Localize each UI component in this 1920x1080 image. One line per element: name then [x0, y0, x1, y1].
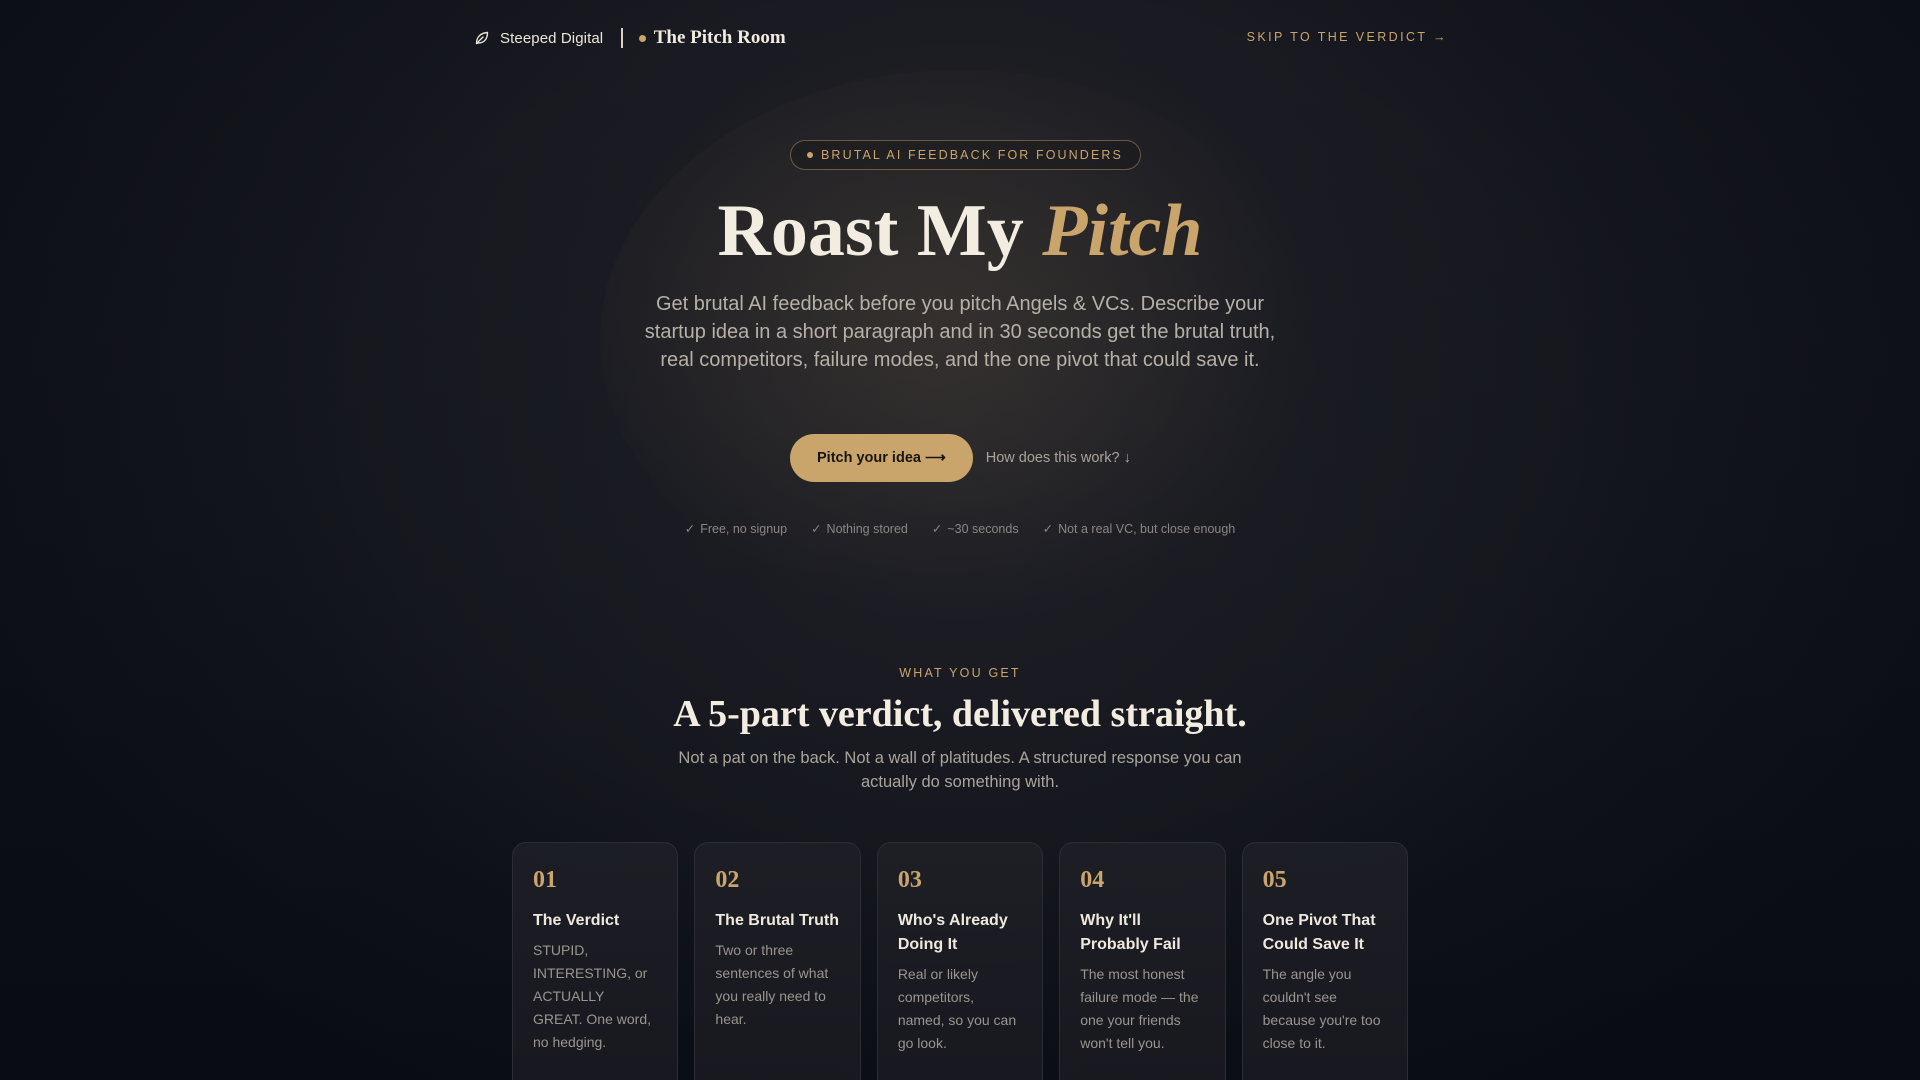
- cta-row: Pitch your idea ⟶ How does this work? ↓: [790, 434, 1131, 482]
- page: Steeped Digital The Pitch Room SKIP TO T…: [0, 0, 1920, 1080]
- perk-item: ✓ Nothing stored: [811, 521, 908, 536]
- hero-badge: BRUTAL AI FEEDBACK FOR FOUNDERS: [790, 140, 1141, 170]
- card-title: The Verdict: [533, 912, 620, 929]
- hero-title-accent: Pitch: [1042, 190, 1203, 272]
- section-subtitle: Not a pat on the back. Not a wall of pla…: [678, 749, 1242, 791]
- skip-to-verdict-link[interactable]: SKIP TO THE VERDICT →: [1247, 30, 1448, 44]
- perk-item: ✓ Not a real VC, but close enough: [1043, 521, 1236, 536]
- leaf-icon: [474, 30, 490, 46]
- card-description: Real or likely competitors, named, so yo…: [897, 966, 1017, 1051]
- section-eyebrow: WHAT YOU GET: [899, 666, 1021, 680]
- verdict-card: 04 Why It'll Probably Fail The most hone…: [1059, 842, 1226, 1080]
- hero-title-main: Roast My: [717, 190, 1043, 272]
- top-bar: Steeped Digital The Pitch Room SKIP TO T…: [0, 0, 1920, 76]
- perk-item: ✓ Free, no signup: [685, 521, 787, 536]
- card-title: The Brutal Truth: [715, 912, 839, 929]
- verdict-card: 02 The Brutal Truth Two or three sentenc…: [694, 842, 861, 1080]
- perk-label: Not a real VC, but close enough: [1058, 522, 1236, 536]
- verdict-card: 01 The Verdict STUPID, INTERESTING, or A…: [512, 842, 679, 1080]
- perk-label: Free, no signup: [700, 522, 788, 536]
- perk-label: Nothing stored: [826, 522, 908, 536]
- brand-divider: [621, 28, 623, 48]
- section-title: A 5-part verdict, delivered straight.: [673, 693, 1247, 735]
- how-does-this-work-link[interactable]: How does this work? ↓: [986, 450, 1131, 466]
- perk-label: ~30 seconds: [947, 522, 1019, 536]
- brand-lockup[interactable]: Steeped Digital The Pitch Room: [474, 26, 786, 50]
- verdict-card: 05 One Pivot That Could Save It The angl…: [1241, 842, 1409, 1080]
- card-number: 04: [1080, 867, 1105, 893]
- card-number: 01: [533, 867, 557, 893]
- card-number: 02: [715, 867, 740, 893]
- hero-title: Roast My Pitch: [0, 186, 1920, 276]
- brand-name: Steeped Digital: [500, 29, 604, 47]
- hero-subtitle: Get brutal AI feedback before you pitch …: [644, 293, 1276, 371]
- card-description: The angle you couldn't see because you'r…: [1262, 966, 1381, 1051]
- card-number: 03: [897, 867, 922, 893]
- room-dot: [638, 34, 646, 42]
- pitch-your-idea-button[interactable]: Pitch your idea ⟶: [790, 434, 973, 482]
- badge-dot: [807, 152, 813, 158]
- verdict-cards: 01 The Verdict STUPID, INTERESTING, or A…: [512, 842, 1409, 1080]
- check-icon: ✓: [1042, 522, 1054, 536]
- perks-list: ✓ Free, no signup ✓ Nothing stored ✓ ~30 se…: [0, 521, 1920, 536]
- card-description: The most honest failure mode — the one y…: [1080, 966, 1199, 1051]
- card-description: STUPID, INTERESTING, or ACTUALLY GREAT. …: [533, 942, 652, 1050]
- card-title: Why It'll Probably Fail: [1080, 912, 1181, 953]
- perk-item: ✓ ~30 seconds: [932, 521, 1019, 536]
- card-number: 05: [1262, 867, 1287, 893]
- check-icon: ✓: [811, 522, 822, 536]
- card-title: Who's Already Doing It: [897, 912, 1008, 953]
- room-name: The Pitch Room: [653, 27, 786, 48]
- check-icon: ✓: [931, 522, 943, 536]
- card-title: One Pivot That Could Save It: [1262, 912, 1376, 953]
- check-icon: ✓: [684, 522, 696, 536]
- badge-text: BRUTAL AI FEEDBACK FOR FOUNDERS: [821, 148, 1123, 162]
- verdict-card: 03 Who's Already Doing It Real or likely…: [876, 842, 1044, 1080]
- card-description: Two or three sentences of what you reall…: [715, 942, 829, 1027]
